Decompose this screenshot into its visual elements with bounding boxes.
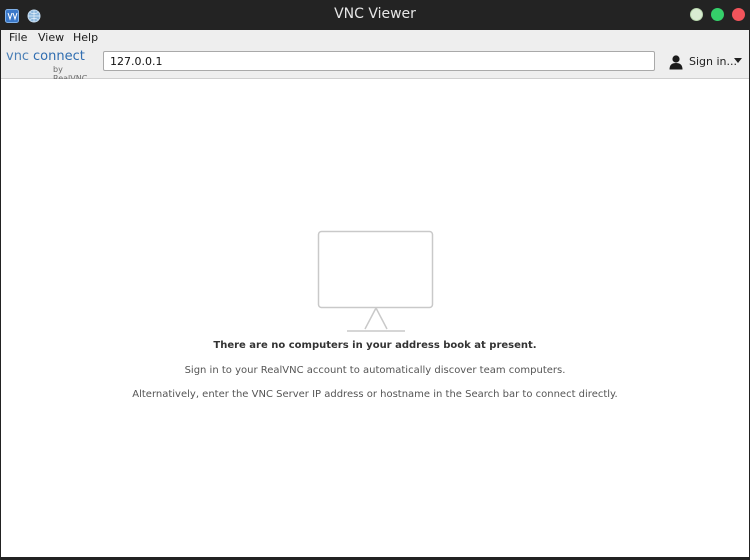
search-input[interactable] [103,51,655,71]
vnc-viewer-window: VNC Viewer File View Help vnc connect by… [0,0,750,560]
menu-bar: File View Help [1,30,749,46]
sign-in-button[interactable]: Sign in... [668,53,746,71]
close-button[interactable] [732,8,745,21]
user-icon [669,54,683,70]
chevron-down-icon [734,58,742,63]
vnc-connect-logo: vnc connect by RealVNC [6,49,98,83]
menu-help[interactable]: Help [73,31,98,44]
minimize-button[interactable] [690,8,703,21]
toolbar: vnc connect by RealVNC Sign in... [1,46,749,83]
maximize-button[interactable] [711,8,724,21]
logo-connect-text: connect [33,49,85,64]
empty-state-search-hint: Alternatively, enter the VNC Server IP a… [132,389,618,400]
sign-in-label: Sign in... [689,55,738,68]
menu-view[interactable]: View [38,31,64,44]
monitor-icon [317,230,435,335]
logo-vnc-text: vnc [6,49,30,64]
menu-file[interactable]: File [9,31,27,44]
address-book-area: There are no computers in your address b… [1,79,749,557]
empty-state-sign-in-hint: Sign in to your RealVNC account to autom… [184,365,566,376]
empty-state-title: There are no computers in your address b… [213,340,537,351]
window-title: VNC Viewer [334,6,416,22]
title-bar[interactable]: VNC Viewer [0,0,750,30]
